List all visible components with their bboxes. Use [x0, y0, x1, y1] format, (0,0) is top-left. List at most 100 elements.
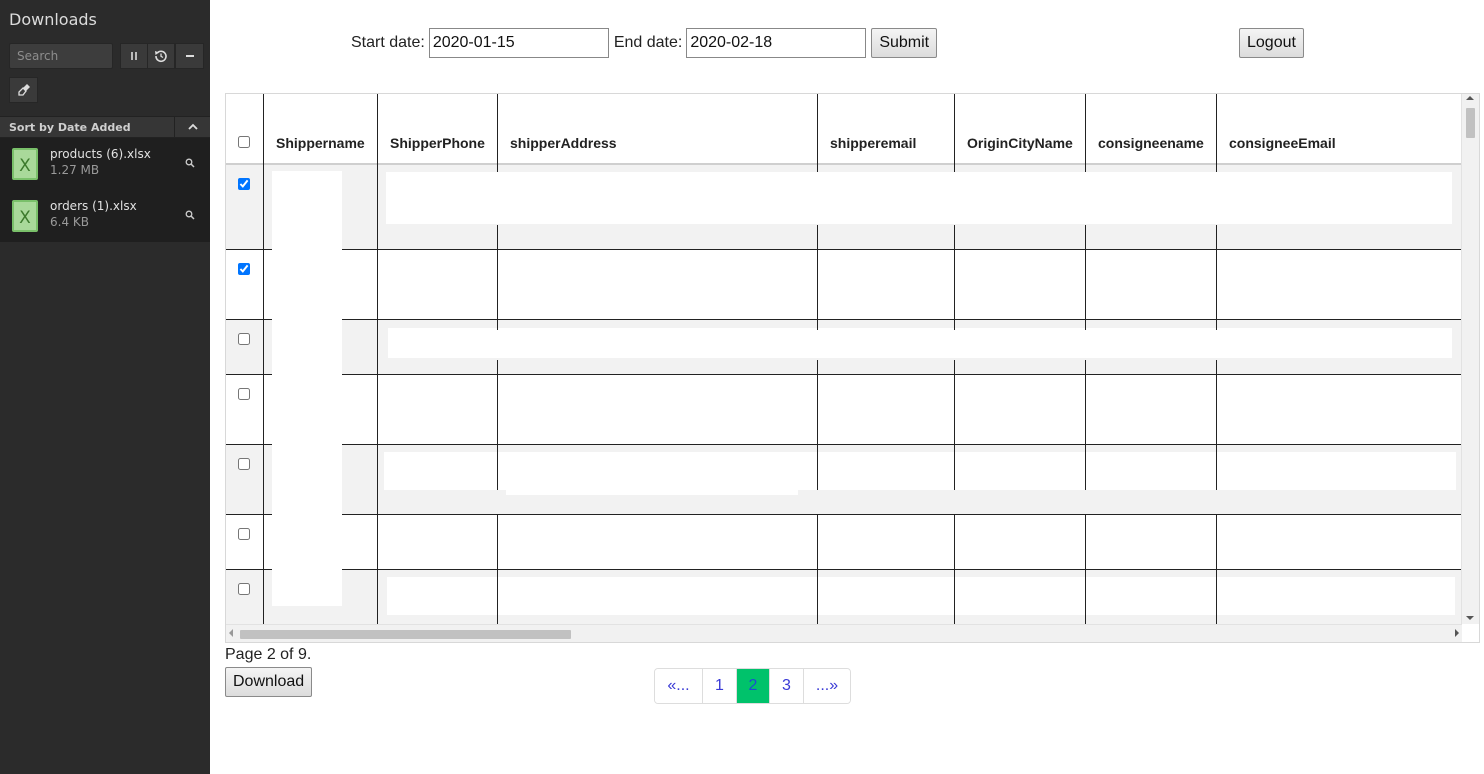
broom-icon: [17, 84, 30, 96]
row-checkbox[interactable]: [238, 458, 250, 470]
column-divider: [817, 360, 818, 490]
sort-bar: Sort by Date Added: [0, 116, 210, 138]
svg-text:X: X: [19, 208, 31, 228]
horizontal-scrollbar[interactable]: [226, 624, 1462, 642]
data-table: Shippername ShipperPhone shipperAddress …: [225, 93, 1480, 643]
pause-button[interactable]: [120, 43, 148, 69]
redacted-cell: [387, 577, 1455, 615]
vertical-scroll-thumb[interactable]: [1466, 108, 1475, 138]
column-divider: [377, 94, 378, 630]
download-item[interactable]: X orders (1).xlsx 6.4 KB: [0, 190, 210, 242]
column-header[interactable]: shipperemail: [830, 135, 916, 151]
column-header[interactable]: consigneeEmail: [1229, 135, 1336, 151]
table-row: [226, 165, 1462, 250]
column-divider: [817, 94, 818, 172]
column-divider: [263, 94, 264, 630]
download-item[interactable]: X products (6).xlsx 1.27 MB: [0, 138, 210, 190]
column-header[interactable]: shipperAddress: [510, 135, 617, 151]
select-all-checkbox[interactable]: [238, 136, 250, 148]
submit-button[interactable]: Submit: [871, 28, 938, 58]
table-row: [226, 320, 1462, 375]
column-divider: [1085, 515, 1086, 630]
redacted-cell: [386, 172, 1452, 224]
magnify-icon[interactable]: [185, 158, 195, 168]
redacted-cell: [506, 490, 798, 495]
downloads-panel: Downloads Sort by Date Added X products …: [0, 0, 210, 774]
table-row: [226, 570, 1462, 630]
minimize-button[interactable]: [175, 43, 204, 69]
column-divider: [954, 225, 955, 330]
column-divider: [954, 360, 955, 490]
row-checkbox[interactable]: [238, 388, 250, 400]
pagination-page[interactable]: 3: [770, 669, 804, 703]
row-checkbox[interactable]: [238, 333, 250, 345]
column-divider: [954, 515, 955, 630]
downloads-search-input[interactable]: [9, 43, 113, 69]
column-divider: [817, 515, 818, 630]
row-checkbox[interactable]: [238, 528, 250, 540]
sort-label: Sort by Date Added: [9, 121, 131, 134]
downloads-title: Downloads: [9, 10, 97, 29]
column-header[interactable]: ShipperPhone: [390, 135, 485, 151]
table-header: Shippername ShipperPhone shipperAddress …: [226, 94, 1462, 165]
excel-file-icon: X: [12, 148, 38, 180]
row-checkbox[interactable]: [238, 583, 250, 595]
scroll-left-arrow-icon[interactable]: [229, 629, 233, 637]
download-item-name: orders (1).xlsx: [50, 199, 137, 213]
column-divider: [954, 94, 955, 172]
redacted-cell: [384, 452, 1456, 490]
pagination-next[interactable]: ...»: [804, 669, 850, 703]
scroll-up-arrow-icon[interactable]: [1466, 96, 1474, 100]
redacted-column: [272, 171, 342, 606]
history-icon: [155, 50, 167, 63]
svg-text:X: X: [19, 156, 31, 176]
scroll-right-arrow-icon[interactable]: [1455, 629, 1459, 637]
horizontal-scroll-thumb[interactable]: [240, 630, 571, 639]
column-divider: [1085, 225, 1086, 330]
column-header[interactable]: Shippername: [276, 135, 365, 151]
scroll-down-arrow-icon[interactable]: [1466, 616, 1474, 620]
column-divider: [497, 360, 498, 490]
column-divider: [497, 94, 498, 172]
table-row: [226, 375, 1462, 445]
column-header[interactable]: OriginCityName: [967, 135, 1073, 151]
column-divider: [1085, 360, 1086, 490]
start-date-input[interactable]: [428, 28, 609, 58]
column-divider: [1216, 225, 1217, 330]
pagination-page[interactable]: 1: [703, 669, 737, 703]
column-divider: [817, 225, 818, 330]
excel-file-icon: X: [12, 200, 38, 232]
start-date-label: Start date:: [351, 34, 425, 51]
column-header[interactable]: consigneename: [1098, 135, 1204, 151]
redacted-cell: [388, 328, 1452, 358]
download-item-size: 1.27 MB: [50, 163, 100, 177]
table-row: [226, 250, 1462, 320]
row-checkbox[interactable]: [238, 178, 250, 190]
sort-toggle-button[interactable]: [174, 117, 210, 137]
download-button[interactable]: Download: [225, 667, 313, 697]
page-info: Page 2 of 9.: [225, 646, 312, 663]
vertical-scrollbar[interactable]: [1461, 94, 1479, 624]
clear-downloads-button[interactable]: [9, 77, 38, 103]
end-date-input[interactable]: [686, 28, 867, 58]
magnify-icon[interactable]: [185, 210, 195, 220]
column-divider: [497, 225, 498, 330]
chevron-up-icon: [187, 123, 198, 130]
minus-icon: [185, 55, 194, 57]
column-divider: [1216, 515, 1217, 630]
history-button[interactable]: [147, 43, 175, 69]
row-checkbox[interactable]: [238, 263, 250, 275]
column-divider: [1085, 94, 1086, 172]
logout-button[interactable]: Logout: [1239, 28, 1304, 58]
end-date-label: End date:: [613, 34, 683, 51]
download-item-size: 6.4 KB: [50, 215, 89, 229]
pause-icon: [131, 52, 137, 60]
pagination-prev[interactable]: «...: [655, 669, 703, 703]
download-item-name: products (6).xlsx: [50, 147, 151, 161]
pagination: «... 1 2 3 ...»: [654, 668, 851, 704]
column-divider: [1216, 360, 1217, 490]
pagination-page-current[interactable]: 2: [737, 669, 770, 703]
column-divider: [497, 515, 498, 630]
table-row: [226, 515, 1462, 570]
date-filter-form: Start date: End date: Submit: [351, 28, 938, 58]
